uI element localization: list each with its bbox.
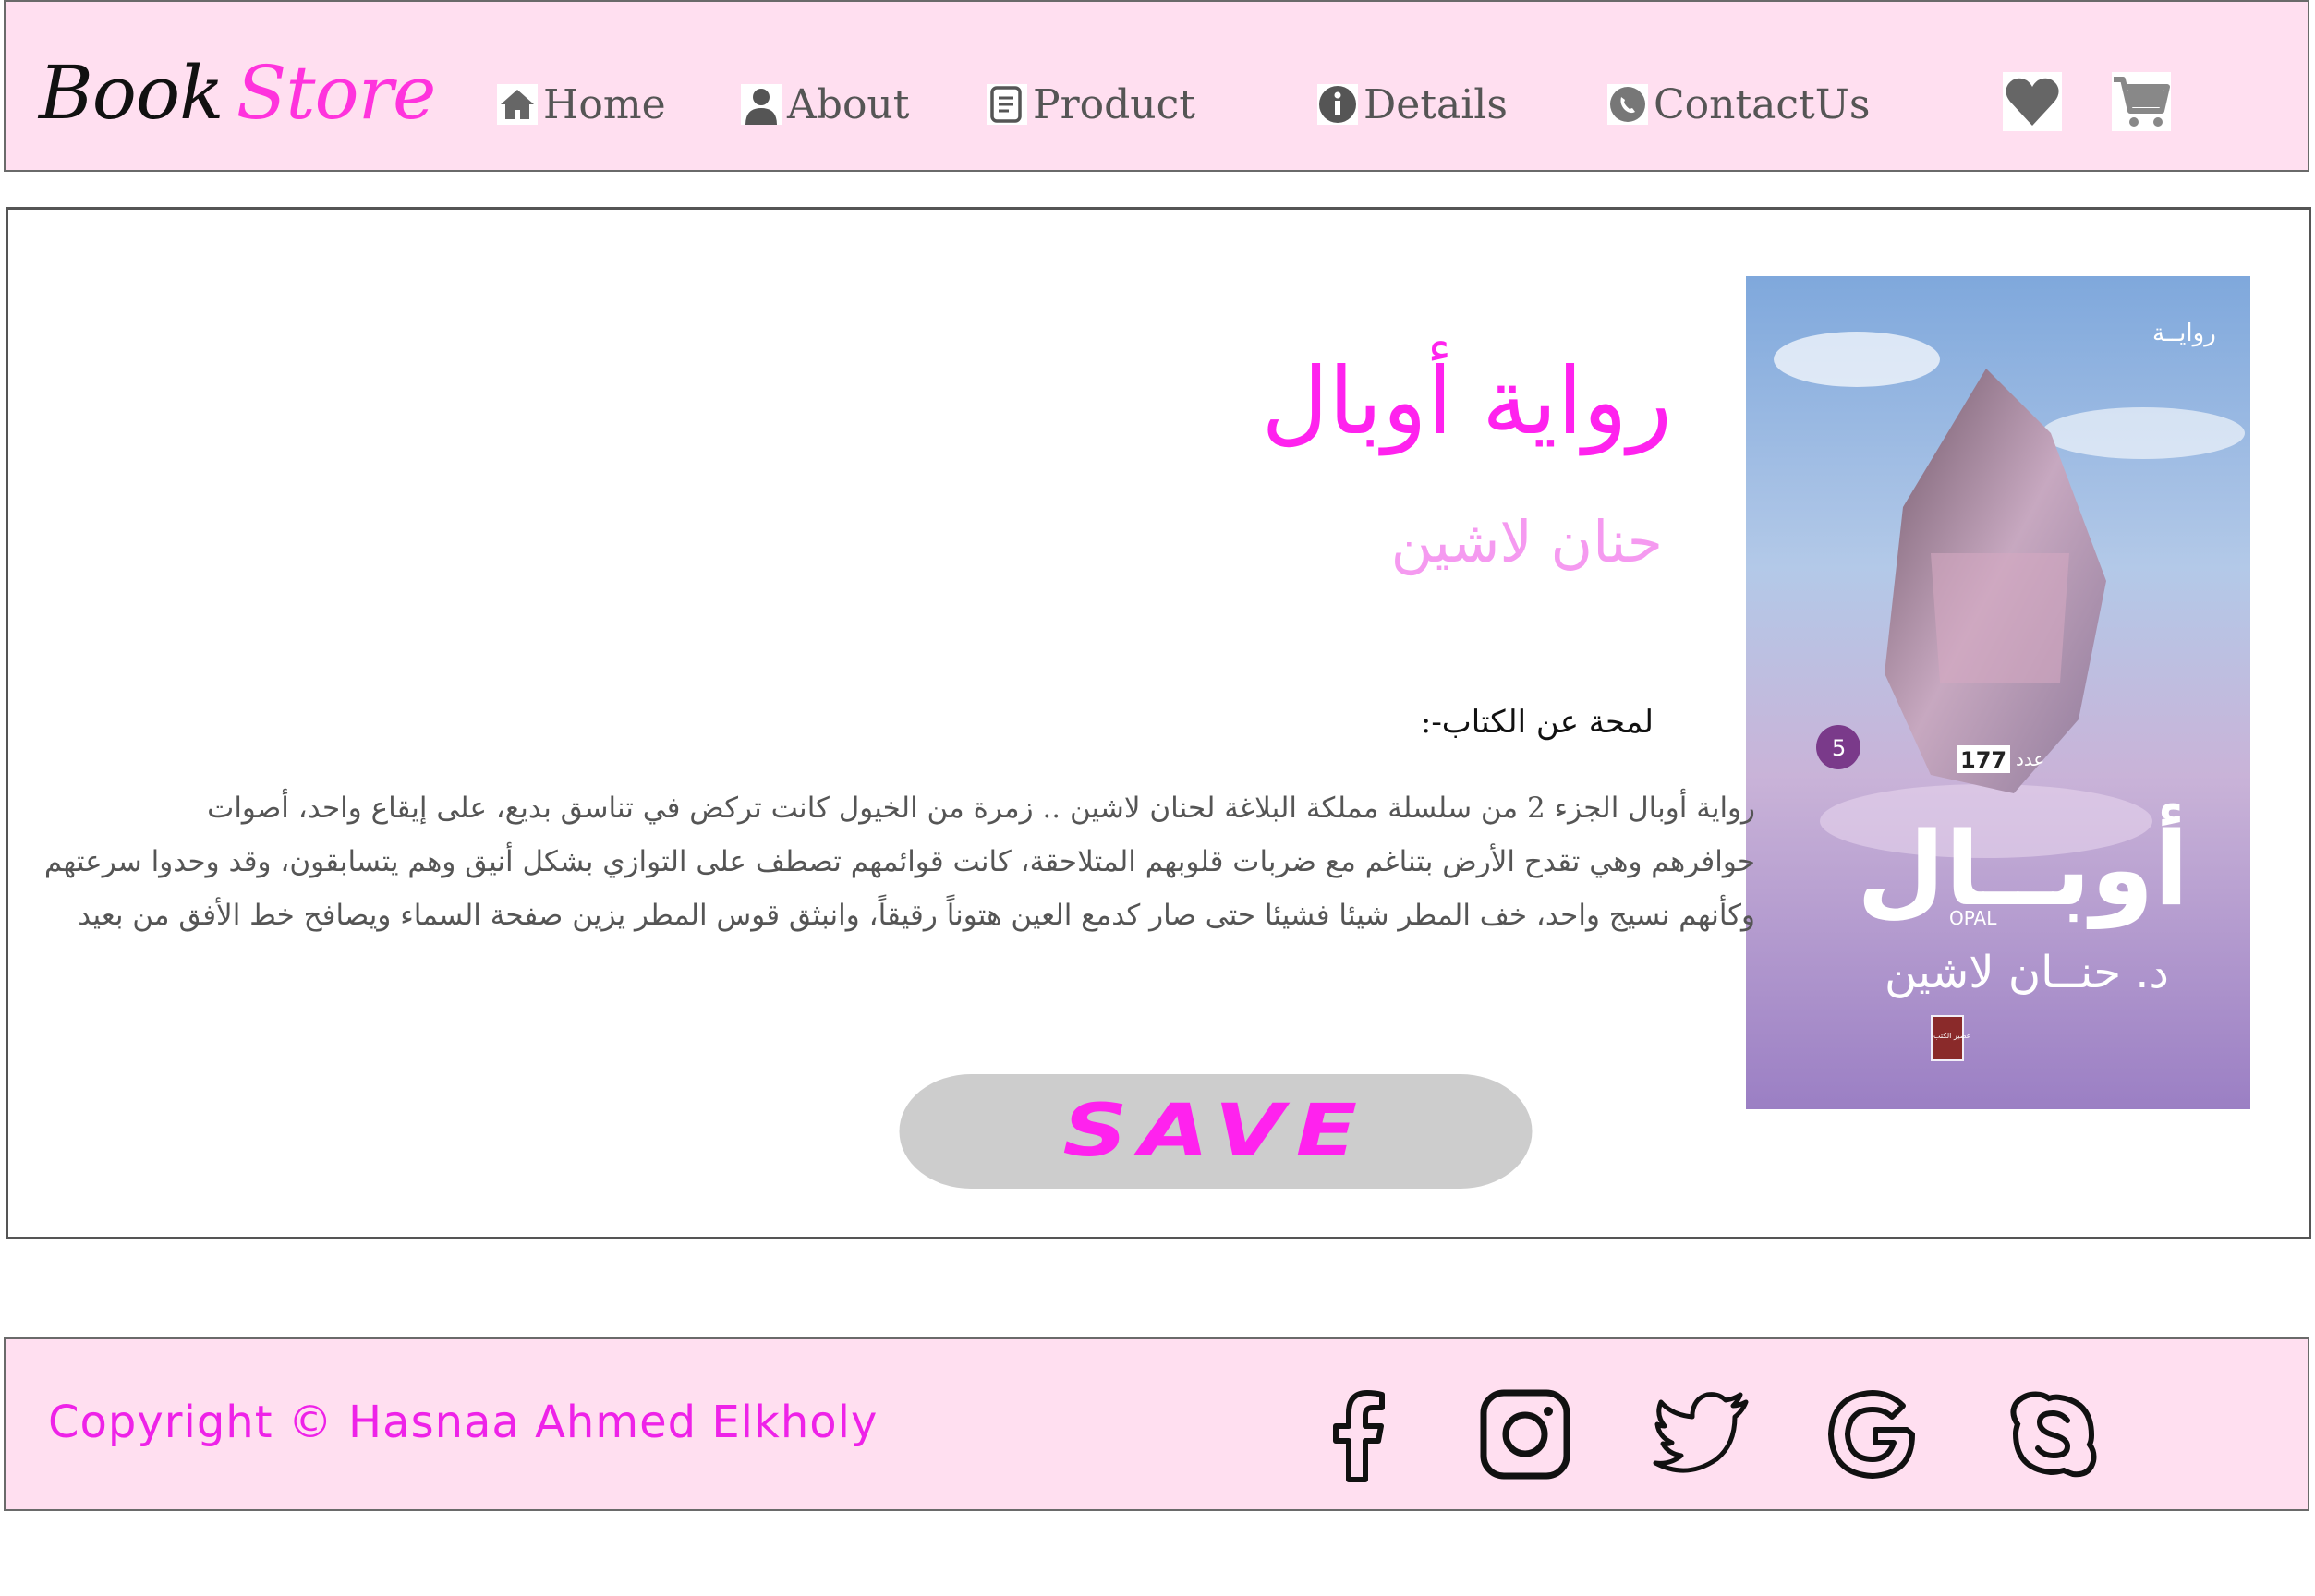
cover-top-label: روايــة [2152, 320, 2216, 347]
user-icon [741, 84, 782, 125]
facebook-icon[interactable] [1308, 1384, 1410, 1485]
nav-details[interactable]: Details [1317, 79, 1508, 129]
logo-store: Store [236, 50, 437, 136]
copyright-text: Copyright © Hasnaa Ahmed Elkholy [48, 1396, 879, 1448]
logo-book: Book [39, 50, 224, 136]
nav-contact[interactable]: ContactUs [1607, 79, 1870, 129]
book-description: رواية أوبال الجزء 2 من سلسلة مملكة البلا… [43, 781, 1755, 942]
document-icon [987, 84, 1027, 125]
nav-product-label: Product [1033, 80, 1195, 128]
nav-home-label: Home [543, 80, 666, 128]
description-line: وكأنهم نسيج واحد، خف المطر شيئا فشيئا حت… [78, 899, 1755, 932]
nav-home[interactable]: Home [497, 79, 666, 129]
skype-icon[interactable] [2003, 1384, 2104, 1485]
nav-product[interactable]: Product [987, 79, 1195, 129]
book-cover-image: روايــة 177 عدد 5 أوبــال OPAL د. حنــان… [1746, 276, 2250, 1109]
nav-contact-label: ContactUs [1654, 80, 1871, 128]
cover-title: أوبــال [1857, 804, 2188, 929]
nav-about-label: About [787, 80, 910, 128]
about-book-label: لمحة عن الكتاب-: [1420, 704, 1654, 741]
book-title: رواية أوبال [1261, 347, 1672, 455]
nav-about[interactable]: About [741, 79, 909, 129]
google-icon[interactable] [1822, 1384, 1923, 1485]
twitter-icon[interactable] [1650, 1384, 1751, 1485]
info-icon [1317, 84, 1358, 125]
cart-icon[interactable] [2112, 72, 2171, 131]
logo[interactable]: Book Store [39, 50, 437, 136]
footer: Copyright © Hasnaa Ahmed Elkholy [4, 1337, 2309, 1511]
cover-publisher: عصير الكتب [1933, 1032, 1970, 1040]
instagram-icon[interactable] [1474, 1384, 1576, 1485]
description-line: حوافرهم وهي تقدح الأرض بتناغم مع ضربات ق… [43, 845, 1755, 878]
header: Book Store Home About Product Details Con… [4, 0, 2309, 172]
save-button-label: SAVE [1062, 1090, 1369, 1173]
cover-number: 177 [1960, 747, 2006, 773]
save-button[interactable]: SAVE [899, 1074, 1533, 1189]
cover-title-latin: OPAL [1949, 907, 1997, 929]
home-icon [497, 84, 538, 125]
description-line: رواية أوبال الجزء 2 من سلسلة مملكة البلا… [207, 792, 1755, 825]
book-author: حنان لاشين [1390, 508, 1663, 575]
nav-details-label: Details [1364, 80, 1508, 128]
cover-edition: 5 [1832, 735, 1846, 761]
phone-icon [1607, 84, 1648, 125]
cover-number-label: عدد [2016, 748, 2044, 770]
heart-icon[interactable] [2003, 72, 2062, 131]
cover-author: د. حنــان لاشين [1885, 947, 2169, 998]
